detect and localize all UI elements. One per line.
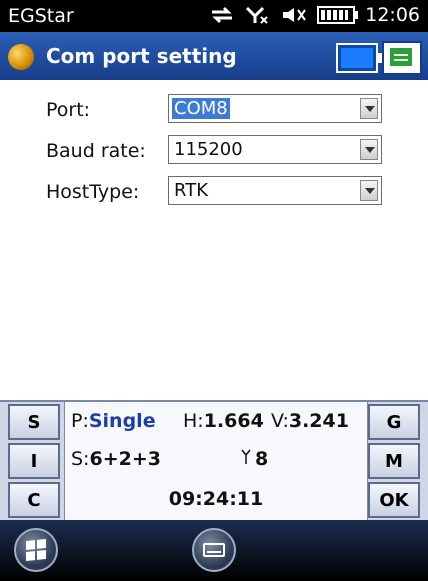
no-signal-icon[interactable] xyxy=(245,6,271,24)
port-select[interactable]: COM8 xyxy=(168,94,382,123)
h-group: H:1.664 xyxy=(183,410,264,432)
antenna-group: 8 xyxy=(241,448,268,470)
position-label: P: xyxy=(71,410,89,432)
position-value: Single xyxy=(88,410,156,432)
m-button[interactable]: M xyxy=(368,443,420,479)
app-name: EGStar xyxy=(8,5,74,27)
chevron-down-icon[interactable] xyxy=(360,180,378,201)
host-type-row: HostType: RTK xyxy=(0,174,428,206)
battery-status-fill xyxy=(341,48,373,68)
host-type-label: HostType: xyxy=(46,181,140,203)
h-label: H: xyxy=(183,410,204,432)
v-label: V: xyxy=(271,410,289,432)
i-button[interactable]: I xyxy=(8,443,60,479)
s-group: S:6+2+3 xyxy=(71,448,161,470)
status-time[interactable]: 12:06 xyxy=(365,4,420,26)
baud-rate-row: Baud rate: 115200 xyxy=(0,133,428,165)
notes-button[interactable] xyxy=(382,41,422,75)
s-value: 6+2+3 xyxy=(89,448,161,470)
s-button[interactable]: S xyxy=(8,404,60,440)
c-button[interactable]: C xyxy=(8,482,60,518)
time-row: 09:24:11 xyxy=(65,484,367,524)
notes-icon xyxy=(390,48,412,66)
keyboard-icon[interactable] xyxy=(192,528,236,572)
v-value: 3.241 xyxy=(288,410,349,432)
satellite-row: S:6+2+3 8 xyxy=(65,446,367,486)
chevron-down-icon[interactable] xyxy=(360,139,378,160)
g-button[interactable]: G xyxy=(368,404,420,440)
status-bar: EGStar 12:06 xyxy=(0,0,428,32)
windows-start-icon[interactable] xyxy=(14,528,58,572)
baud-rate-label: Baud rate: xyxy=(46,140,146,162)
battery-icon[interactable] xyxy=(317,6,359,24)
port-value[interactable]: COM8 xyxy=(172,98,230,119)
position-info: P:Single H:1.664 V:3.241 S:6+2+3 8 09:24… xyxy=(64,402,368,522)
baud-rate-select[interactable]: 115200 xyxy=(168,135,382,164)
baud-rate-value[interactable]: 115200 xyxy=(172,139,245,160)
antenna-value: 8 xyxy=(255,448,269,470)
host-type-select[interactable]: RTK xyxy=(168,176,382,205)
port-label: Port: xyxy=(46,99,91,121)
status-icons: 12:06 xyxy=(209,4,420,26)
gps-time: 09:24:11 xyxy=(168,488,264,510)
title-bar: Com port setting xyxy=(0,32,428,80)
position-row: P:Single H:1.664 V:3.241 xyxy=(65,408,367,448)
keyboard-glyph xyxy=(203,543,225,557)
sync-icon[interactable] xyxy=(209,6,235,24)
status-panel: S I C P:Single H:1.664 V:3.241 S:6+2+3 8 xyxy=(0,400,428,522)
app-logo-icon xyxy=(8,44,34,70)
battery-status-button[interactable] xyxy=(336,43,382,73)
ok-button[interactable]: OK xyxy=(368,482,420,518)
taskbar xyxy=(0,520,428,581)
com-port-form: Port: COM8 Baud rate: 115200 HostType: R… xyxy=(0,80,428,400)
position-group: P:Single xyxy=(71,410,156,432)
battery-level xyxy=(321,10,349,20)
s-label: S: xyxy=(71,448,90,470)
port-row: Port: COM8 xyxy=(0,92,428,124)
windows-flag-icon xyxy=(26,538,46,562)
page-title: Com port setting xyxy=(46,44,237,68)
h-value: 1.664 xyxy=(203,410,264,432)
antenna-icon xyxy=(241,448,251,464)
chevron-down-icon[interactable] xyxy=(360,98,378,119)
v-group: V:3.241 xyxy=(271,410,349,432)
host-type-value[interactable]: RTK xyxy=(172,180,210,201)
volume-muted-icon[interactable] xyxy=(281,6,307,24)
